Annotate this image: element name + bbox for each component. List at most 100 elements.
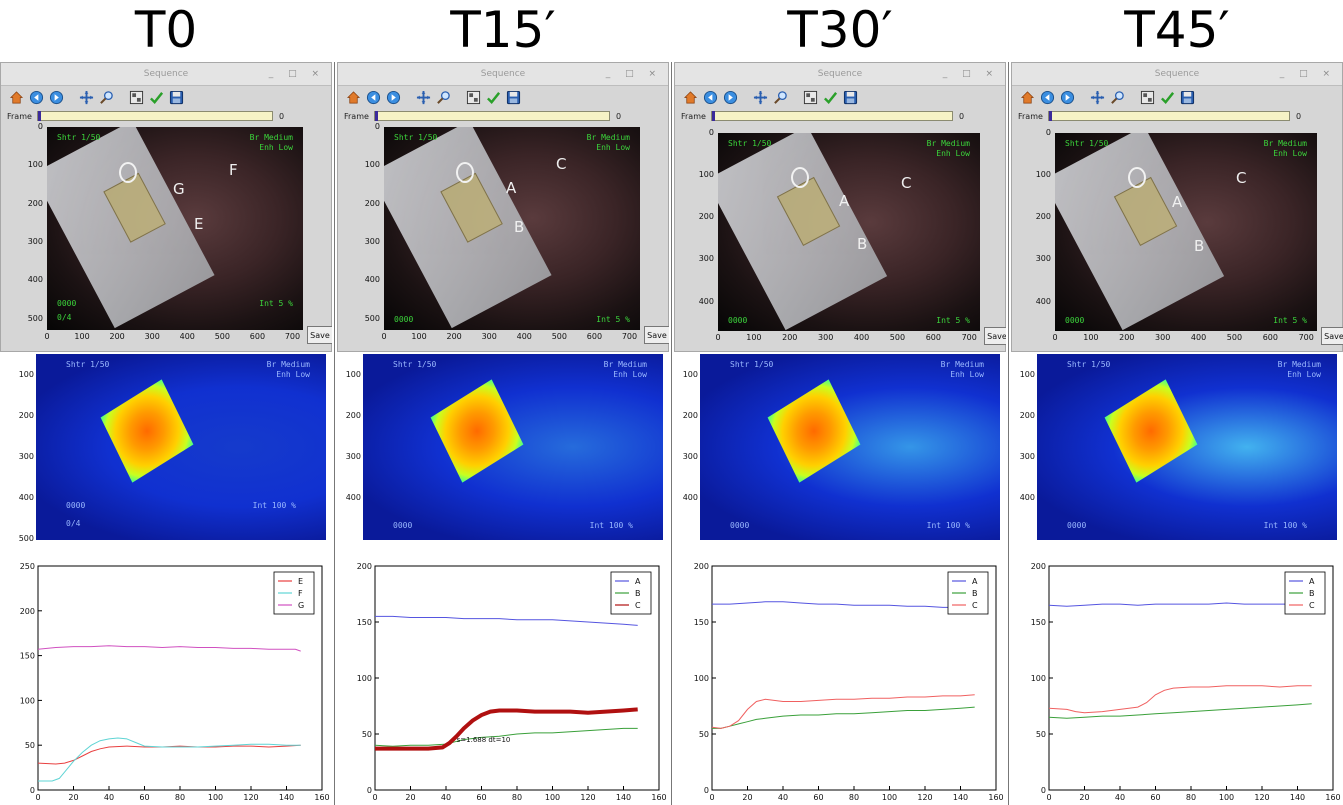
fluorescence-heatmap-image: Shtr 1/50 Br Medium Enh Low 0000 Int 100 % 0/…: [36, 354, 326, 540]
photo-x-tick: 200: [446, 332, 462, 341]
subplots-icon[interactable]: [1138, 88, 1156, 106]
x-tick-label: 100: [1219, 793, 1234, 802]
photo-x-tick: 100: [746, 333, 762, 342]
save-icon[interactable]: [504, 88, 522, 106]
photo-y-tick: 100: [1035, 170, 1051, 180]
back-icon[interactable]: [701, 88, 719, 106]
frame-value: 0: [279, 111, 285, 121]
counter-readout: 0000: [57, 299, 77, 308]
photo-x-tick: 100: [1083, 333, 1099, 342]
toolbar: [1012, 86, 1342, 108]
save-button[interactable]: Save: [307, 326, 332, 344]
y-tick-label: 200: [1031, 562, 1046, 571]
photo-y-tick: 400: [1035, 296, 1051, 306]
window-controls[interactable]: _ □ ×: [606, 63, 662, 85]
legend-label-a: A: [972, 577, 978, 586]
window-titlebar[interactable]: Sequence _ □ ×: [1012, 63, 1342, 86]
frame-slider-knob[interactable]: [1049, 111, 1052, 121]
window-titlebar[interactable]: Sequence _ □ ×: [675, 63, 1005, 86]
zoom-icon[interactable]: [771, 88, 789, 106]
home-icon[interactable]: [681, 88, 699, 106]
photo-y-tick: 300: [364, 236, 380, 246]
frame-slider-knob[interactable]: [38, 111, 41, 121]
sequence-window: Sequence _ □ × Frame 0 Shtr 1/50 Br Medium Enh…: [337, 62, 669, 352]
photo-x-tick: 300: [1155, 333, 1171, 342]
enhance-readout: Enh Low: [936, 149, 970, 158]
x-tick-label: 120: [917, 793, 932, 802]
forward-icon[interactable]: [384, 88, 402, 106]
photo-x-tick: 600: [249, 332, 266, 341]
photo-y-tick: 400: [364, 275, 380, 285]
intensity-chart: 0 50 100 150 200 0 20 40 60 80 100 120 140 160 A B Cs=1.…: [337, 552, 669, 805]
panel-0: Sequence _ □ × Frame 0 Shtr 1/50 Br Medium Enh…: [0, 62, 332, 805]
zoom-icon[interactable]: [434, 88, 452, 106]
zoom-icon[interactable]: [97, 88, 115, 106]
fluor-intensity-readout: Int 100 %: [926, 521, 970, 530]
subplots-icon[interactable]: [464, 88, 482, 106]
pan-icon[interactable]: [414, 88, 432, 106]
pan-icon[interactable]: [751, 88, 769, 106]
y-tick-label: 200: [694, 562, 709, 571]
photo-x-tick: 700: [621, 332, 638, 341]
check-icon[interactable]: [147, 88, 165, 106]
fluor-brightness-readout: Br Medium: [603, 360, 647, 369]
home-icon[interactable]: [344, 88, 362, 106]
save-icon[interactable]: [167, 88, 185, 106]
forward-icon[interactable]: [721, 88, 739, 106]
check-icon[interactable]: [821, 88, 839, 106]
fluorescent-target: [776, 176, 840, 246]
save-button[interactable]: Save: [644, 326, 669, 344]
frame-slider[interactable]: [37, 111, 273, 121]
pan-icon[interactable]: [1088, 88, 1106, 106]
brightness-readout: Br Medium: [249, 133, 293, 142]
toolbar: [1, 86, 331, 108]
frame-slider-knob[interactable]: [712, 111, 715, 121]
y-tick-label: 50: [699, 730, 709, 739]
photo-y-tick: 0: [1045, 128, 1051, 137]
frame-slider[interactable]: [711, 111, 953, 121]
header-t30: T30′: [787, 1, 893, 59]
photo-x-tick: 500: [551, 332, 567, 341]
intensity-chart-svg: 0 50 100 150 200 0 20 40 60 80 100 120 140 160 ABC: [1031, 562, 1341, 802]
home-icon[interactable]: [1018, 88, 1036, 106]
back-icon[interactable]: [364, 88, 382, 106]
y-tick-label: 50: [25, 741, 35, 750]
home-icon[interactable]: [7, 88, 25, 106]
x-tick-label: 80: [175, 793, 185, 802]
window-controls[interactable]: _ □ ×: [943, 63, 999, 85]
forward-icon[interactable]: [1058, 88, 1076, 106]
intensity-readout: Int 5 %: [1273, 316, 1307, 325]
subplots-icon[interactable]: [801, 88, 819, 106]
save-button[interactable]: Save: [984, 327, 1006, 345]
sequence-window: Sequence _ □ × Frame 0 Shtr 1/50 Br Medium Enh…: [0, 62, 332, 352]
zoom-icon[interactable]: [1108, 88, 1126, 106]
back-icon[interactable]: [1038, 88, 1056, 106]
save-button[interactable]: Save: [1321, 327, 1343, 345]
window-titlebar[interactable]: Sequence _ □ ×: [338, 63, 668, 86]
check-icon[interactable]: [1158, 88, 1176, 106]
panel-2: Sequence _ □ × Frame 0 Shtr 1/50 Br Medium Enh…: [674, 62, 1006, 805]
photo-x-tick: 200: [1119, 333, 1135, 342]
save-icon[interactable]: [841, 88, 859, 106]
window-controls[interactable]: _ □ ×: [1280, 63, 1336, 85]
pan-icon[interactable]: [77, 88, 95, 106]
fluor-counter-readout: 0000: [393, 521, 413, 530]
fluorescent-target-hotspot: [767, 379, 861, 483]
x-tick-label: 20: [405, 793, 415, 802]
frame-label: Frame: [681, 111, 706, 121]
photo-x-tick: 100: [411, 332, 427, 341]
save-icon[interactable]: [1178, 88, 1196, 106]
frame-slider[interactable]: [1048, 111, 1290, 121]
photo-y-tick: 300: [1035, 254, 1051, 264]
fluorescence-heatmap-image: Shtr 1/50 Br Medium Enh Low 0000 Int 100 %: [363, 354, 663, 540]
forward-icon[interactable]: [47, 88, 65, 106]
window-controls[interactable]: _ □ ×: [269, 63, 325, 85]
back-icon[interactable]: [27, 88, 45, 106]
subplots-icon[interactable]: [127, 88, 145, 106]
frame-slider-knob[interactable]: [375, 111, 378, 121]
fluor-y-tick: 300: [345, 452, 361, 461]
panel-divider: [671, 62, 672, 805]
check-icon[interactable]: [484, 88, 502, 106]
window-titlebar[interactable]: Sequence _ □ ×: [1, 63, 331, 86]
frame-slider[interactable]: [374, 111, 610, 121]
